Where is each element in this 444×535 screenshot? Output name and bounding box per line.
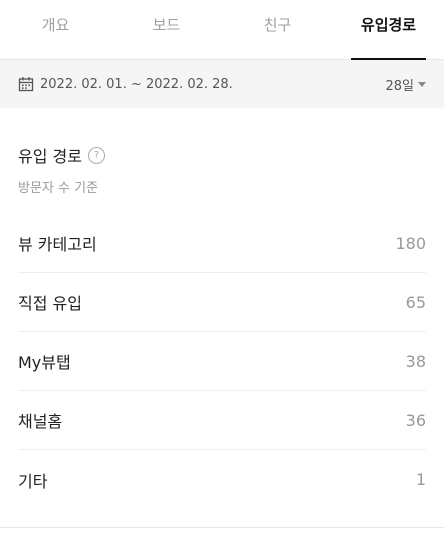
- list-item: My뷰탭 38: [18, 332, 426, 391]
- list-item-value: 180: [395, 233, 426, 253]
- list-item: 직접 유입 65: [18, 273, 426, 332]
- section-title: 유입 경로 ?: [18, 143, 105, 167]
- date-range-bar: 2022. 02. 01. ~ 2022. 02. 28. 28일: [0, 60, 444, 108]
- list-item-label: My뷰탭: [18, 353, 71, 372]
- list-item-label: 채널홈: [18, 412, 63, 431]
- divider: [0, 527, 444, 528]
- calendar-icon: [18, 76, 34, 92]
- list-item: 채널홈 36: [18, 391, 426, 450]
- tab-bar: 개요 보드 친구 유입경로: [0, 0, 444, 60]
- tab-friends[interactable]: 친구: [222, 0, 333, 59]
- list-item-value: 1: [415, 470, 426, 489]
- list-item-label: 기타: [18, 471, 48, 491]
- list-item-value: 36: [405, 410, 426, 430]
- list-item-value: 65: [405, 292, 426, 312]
- period-label: 28일: [385, 78, 414, 94]
- section-subtitle: 방문자 수 기준: [18, 181, 99, 196]
- list-item: 뷰 카테고리 180: [18, 214, 426, 273]
- tab-board[interactable]: 보드: [111, 0, 222, 59]
- inflow-list: 뷰 카테고리 180 직접 유입 65 My뷰탭 38 채널홈 36 기타 1: [18, 214, 426, 509]
- tab-overview[interactable]: 개요: [0, 0, 111, 59]
- caret-down-icon: [418, 81, 426, 87]
- help-icon[interactable]: ?: [87, 146, 105, 164]
- date-range-text: 2022. 02. 01. ~ 2022. 02. 28.: [40, 76, 233, 92]
- list-item-label: 직접 유입: [18, 294, 82, 313]
- period-dropdown[interactable]: 28일: [385, 75, 426, 94]
- list-item: 기타 1: [18, 450, 426, 509]
- list-item-value: 38: [405, 351, 426, 371]
- section-title-text: 유입 경로: [18, 147, 82, 166]
- tab-inflow-path[interactable]: 유입경로: [333, 0, 444, 60]
- list-item-label: 뷰 카테고리: [18, 235, 97, 254]
